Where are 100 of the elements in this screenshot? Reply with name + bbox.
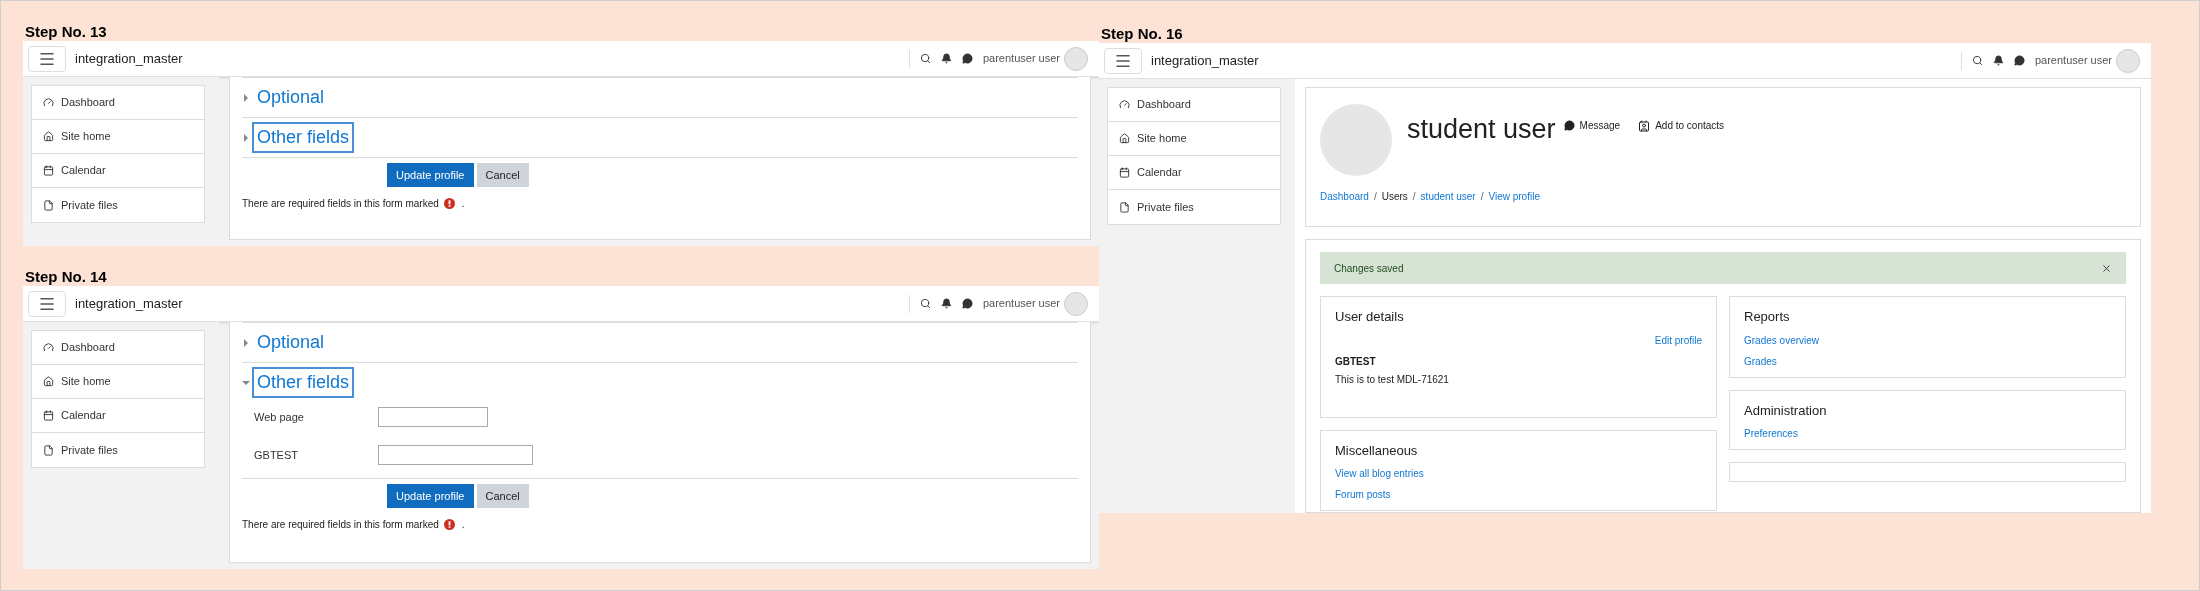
update-button[interactable]: Update profile xyxy=(387,484,474,508)
note-period: . xyxy=(461,518,465,532)
card-title: User details xyxy=(1335,308,1405,326)
card-link[interactable]: Preferences xyxy=(1744,426,2111,441)
notification-icon[interactable] xyxy=(1992,55,2004,66)
required-note: There are required fields in this form marked xyxy=(242,518,439,532)
user-name[interactable]: parentuser user xyxy=(982,295,1060,312)
gauge-icon xyxy=(43,342,54,353)
nav-label: Dashboard xyxy=(61,340,115,356)
edit-profile-link[interactable]: Edit profile xyxy=(1654,332,1702,348)
home-icon xyxy=(43,131,54,142)
site-name[interactable]: integration_master xyxy=(75,293,183,314)
search-icon[interactable] xyxy=(1971,55,1983,66)
nav-item[interactable]: Dashboard xyxy=(32,331,204,365)
card-title: Miscellaneous xyxy=(1335,441,1419,460)
detail-value: This is to test MDL-71621 xyxy=(1335,372,1450,387)
step-label: Step No. 16 xyxy=(1100,24,1184,43)
nav-label: Site home xyxy=(61,374,111,390)
site-name[interactable]: integration_master xyxy=(1151,50,1259,71)
input-field[interactable] xyxy=(378,445,533,465)
step-label: Step No. 13 xyxy=(24,22,108,41)
nav-item[interactable]: Calendar xyxy=(32,154,204,188)
card-link[interactable]: Grades xyxy=(1744,353,2111,369)
nav-item[interactable]: Private files xyxy=(32,188,204,222)
user-name[interactable]: parentuser user xyxy=(982,50,1060,67)
breadcrumb-item: Users xyxy=(1381,190,1408,204)
nav-item[interactable]: Calendar xyxy=(32,399,204,433)
gauge-icon xyxy=(43,97,54,108)
required-icon xyxy=(443,519,455,530)
notification-icon[interactable] xyxy=(940,298,952,309)
nav-label: Calendar xyxy=(61,408,106,424)
cancel-button[interactable]: Cancel xyxy=(476,484,529,508)
note-period: . xyxy=(461,197,465,211)
breadcrumb-separator: / xyxy=(1480,190,1484,204)
user-name[interactable]: parentuser user xyxy=(2034,52,2112,69)
chat-icon[interactable] xyxy=(961,298,973,309)
input-field[interactable] xyxy=(378,407,488,427)
required-icon xyxy=(443,198,455,209)
site-name[interactable]: integration_master xyxy=(75,48,183,69)
card-link[interactable]: Forum posts xyxy=(1335,487,1702,502)
card-link[interactable]: Grades overview xyxy=(1744,332,2111,348)
nav-label: Dashboard xyxy=(1137,97,1191,113)
field-label: Web page xyxy=(253,409,305,425)
menu-button[interactable] xyxy=(1104,47,1142,74)
section-title[interactable]: Other fields xyxy=(252,122,355,153)
chat-icon[interactable] xyxy=(961,53,973,64)
gauge-icon xyxy=(1119,99,1130,110)
search-icon[interactable] xyxy=(919,298,931,309)
breadcrumb-separator: / xyxy=(1412,190,1416,204)
user-full-name: student user xyxy=(1407,113,1556,146)
search-icon[interactable] xyxy=(919,53,931,64)
section-title[interactable]: Other fields xyxy=(252,367,355,398)
nav-item[interactable]: Site home xyxy=(32,120,204,154)
notification-icon[interactable] xyxy=(940,53,952,64)
nav-label: Private files xyxy=(1137,199,1194,215)
cancel-button[interactable]: Cancel xyxy=(476,163,529,187)
contact-card-icon xyxy=(1638,119,1651,132)
nav-label: Private files xyxy=(61,442,118,458)
detail-label: GBTEST xyxy=(1335,354,1377,369)
calendar-icon xyxy=(1119,167,1130,178)
nav-label: Dashboard xyxy=(61,95,115,111)
close-icon[interactable] xyxy=(2101,262,2112,274)
field-label: GBTEST xyxy=(253,447,299,463)
nav-label: Calendar xyxy=(1137,165,1182,181)
breadcrumb-item[interactable]: Dashboard xyxy=(1320,189,1369,204)
alert-text: Changes saved xyxy=(1334,261,1404,276)
breadcrumb-separator: / xyxy=(1373,190,1377,204)
calendar-icon xyxy=(43,410,54,421)
calendar-icon xyxy=(43,165,54,176)
nav-item[interactable]: Dashboard xyxy=(32,86,204,120)
file-icon xyxy=(43,199,54,211)
nav-item[interactable]: Dashboard xyxy=(1108,88,1280,122)
update-button[interactable]: Update profile xyxy=(387,163,474,187)
step-label: Step No. 14 xyxy=(24,267,108,286)
nav-label: Calendar xyxy=(61,163,106,179)
nav-item[interactable]: Site home xyxy=(32,365,204,399)
nav-item[interactable]: Private files xyxy=(1108,190,1280,224)
card-link[interactable]: View all blog entries xyxy=(1335,466,1702,481)
required-note: There are required fields in this form marked xyxy=(242,197,439,211)
profile-action-link[interactable]: Add to contacts xyxy=(1638,118,1725,133)
nav-item[interactable]: Site home xyxy=(1108,122,1280,156)
nav-item[interactable]: Private files xyxy=(32,433,204,467)
nav-label: Site home xyxy=(1137,131,1187,147)
menu-button[interactable] xyxy=(28,290,66,317)
breadcrumb-item[interactable]: View profile xyxy=(1488,189,1540,204)
home-icon xyxy=(43,376,54,387)
section-title[interactable]: Optional xyxy=(252,327,330,358)
nav-label: Private files xyxy=(61,197,118,213)
home-icon xyxy=(1119,133,1130,144)
card-title: Administration xyxy=(1744,401,1828,420)
file-icon xyxy=(43,444,54,456)
nav-label: Site home xyxy=(61,129,111,145)
nav-item[interactable]: Calendar xyxy=(1108,156,1280,190)
breadcrumb-item[interactable]: student user xyxy=(1420,189,1476,204)
chat-icon xyxy=(1563,120,1575,131)
profile-action-link[interactable]: Message xyxy=(1563,118,1621,133)
chat-icon[interactable] xyxy=(2013,55,2025,66)
card-title: Reports xyxy=(1744,308,1791,326)
section-title[interactable]: Optional xyxy=(252,82,330,113)
menu-button[interactable] xyxy=(28,45,66,72)
